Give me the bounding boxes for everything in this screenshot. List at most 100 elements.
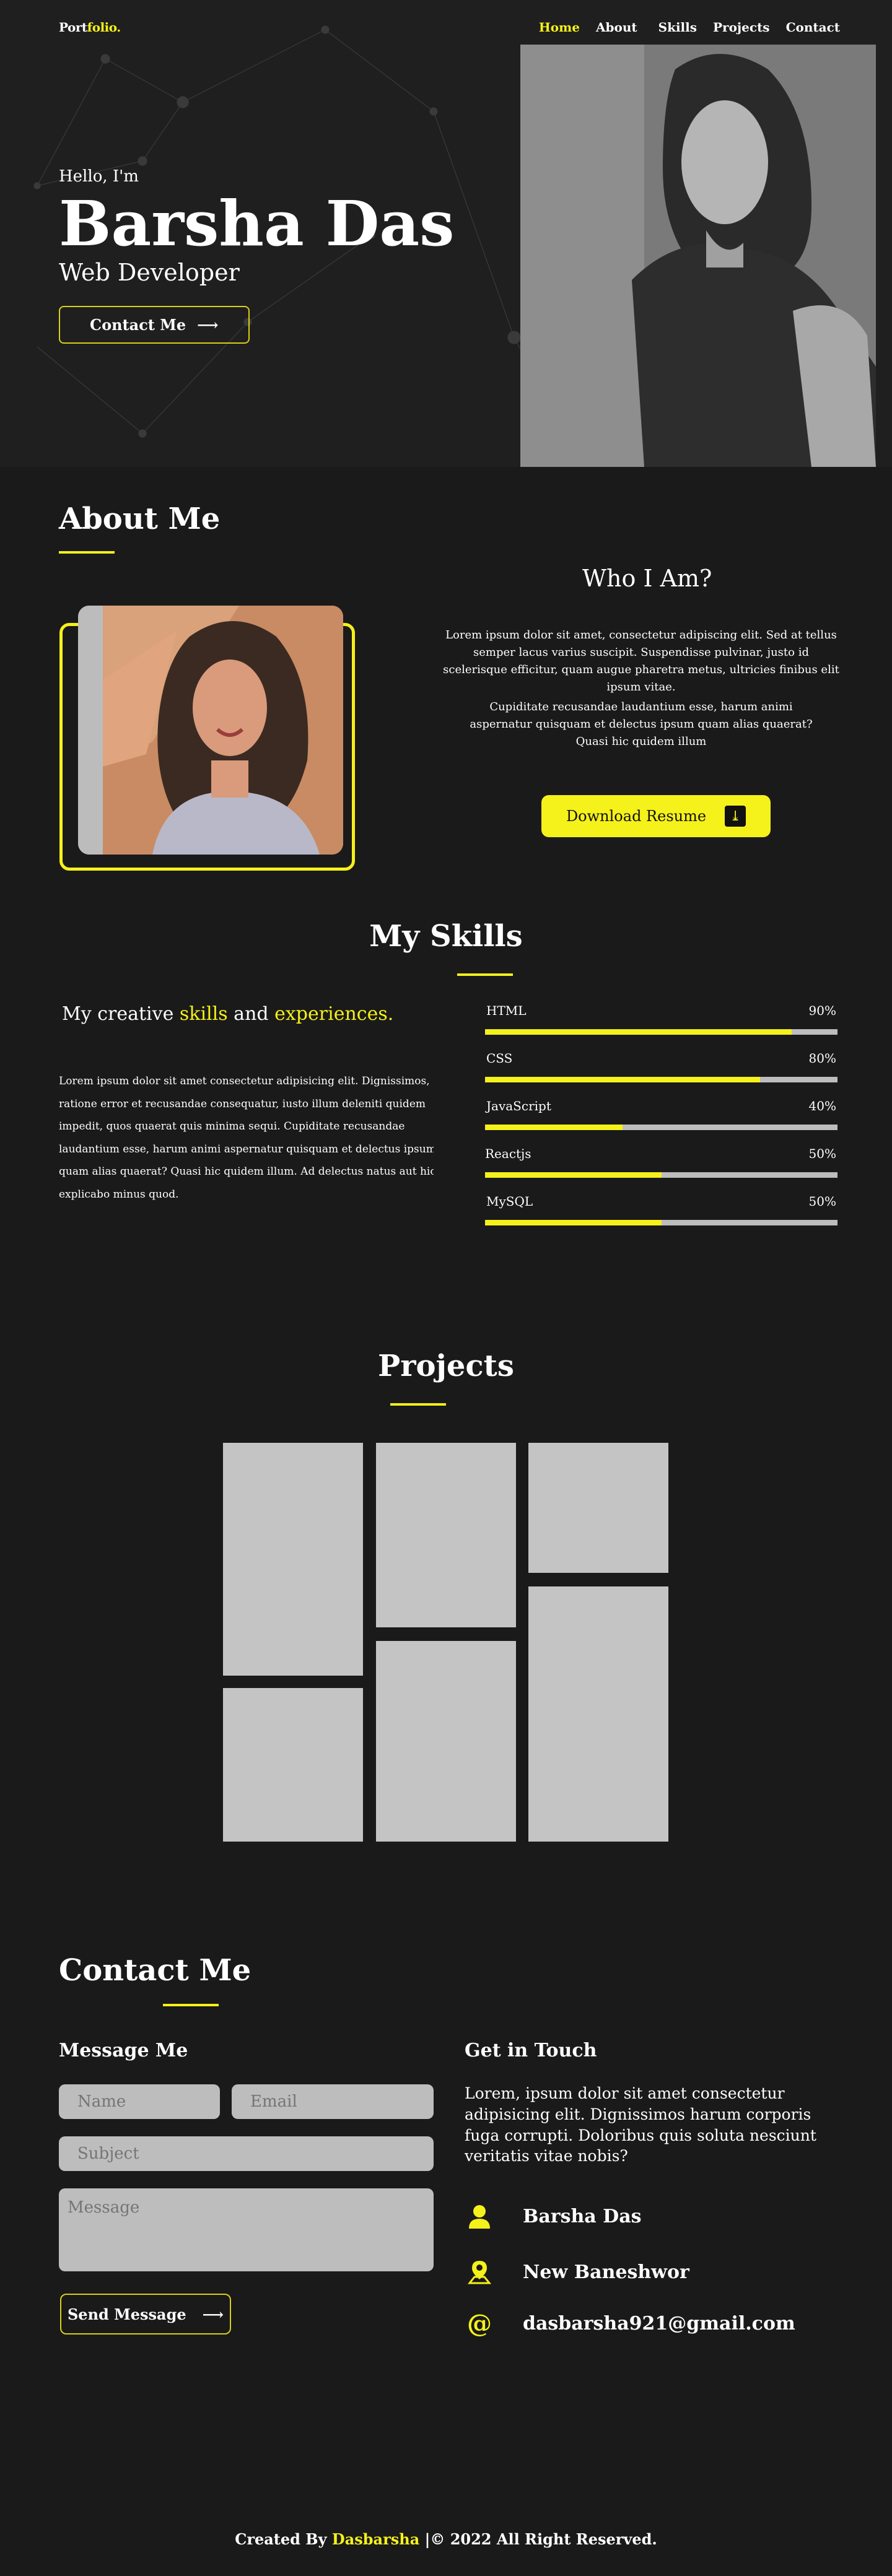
hero-role: Web Developer bbox=[59, 259, 240, 286]
portrait-illustration bbox=[520, 45, 876, 467]
footer-suffix: |© 2022 All Right Reserved. bbox=[419, 2530, 657, 2548]
about-paragraph-1: Lorem ipsum dolor sit amet, consectetur … bbox=[443, 629, 839, 694]
paragraph-line: Lorem ipsum dolor sit amet consectetur a… bbox=[59, 1075, 430, 1087]
skills-title: My Skills bbox=[369, 919, 523, 954]
nav-menu: Home About Skills Projects Contact bbox=[539, 20, 840, 35]
skill-fill bbox=[485, 1029, 792, 1035]
at-sign-icon: @ bbox=[467, 2308, 492, 2338]
logo[interactable]: Portfolio. bbox=[59, 20, 121, 35]
skill-name: MySQL bbox=[486, 1194, 533, 1209]
message-field[interactable] bbox=[59, 2188, 434, 2271]
project-tile[interactable] bbox=[223, 1688, 363, 1842]
skill-track bbox=[485, 1125, 837, 1130]
contact-section: Contact Me Message Me Send Message ⟶ Get… bbox=[0, 1953, 892, 2500]
name-field[interactable] bbox=[59, 2084, 220, 2119]
user-icon bbox=[467, 2204, 492, 2229]
who-i-am-heading: Who I Am? bbox=[582, 565, 712, 592]
project-tile[interactable] bbox=[528, 1443, 668, 1573]
contact-title: Contact Me bbox=[59, 1953, 251, 1988]
project-tile[interactable] bbox=[223, 1443, 363, 1676]
hero-greeting: Hello, I'm bbox=[59, 167, 139, 186]
skill-bar-html: HTML 90% bbox=[485, 1003, 837, 1051]
project-tile[interactable] bbox=[376, 1641, 516, 1842]
footer-credit: Created By Dasbarsha |© 2022 All Right R… bbox=[0, 2530, 892, 2548]
nav-item-about[interactable]: About bbox=[596, 20, 637, 35]
skill-fill bbox=[485, 1077, 760, 1082]
paragraph-line: quam alias quaerat? Quasi hic quidem ill… bbox=[59, 1165, 434, 1178]
contact-email-text[interactable]: dasbarsha921@gmail.com bbox=[523, 2313, 795, 2334]
skill-name: Reactjs bbox=[485, 1146, 531, 1161]
about-paragraph-2: Cupiditate recusandae laudantium esse, h… bbox=[470, 700, 813, 748]
contact-me-label: Contact Me bbox=[90, 316, 186, 334]
about-title: About Me bbox=[59, 502, 221, 536]
skill-track bbox=[485, 1172, 837, 1178]
message-me-heading: Message Me bbox=[59, 2040, 188, 2061]
projects-section: Projects bbox=[0, 1340, 892, 1953]
about-portrait-illustration bbox=[78, 606, 343, 855]
skill-bars: HTML 90% CSS 80% JavaScript 40% Reactjs … bbox=[485, 1003, 837, 1242]
contact-person-name: Barsha Das bbox=[523, 2205, 642, 2227]
skill-fill bbox=[485, 1125, 623, 1130]
contact-me-button[interactable]: Contact Me ⟶ bbox=[59, 306, 250, 344]
nav-item-contact[interactable]: Contact bbox=[786, 20, 840, 35]
footer-author-link[interactable]: Dasbarsha bbox=[332, 2530, 419, 2548]
subject-field[interactable] bbox=[59, 2136, 434, 2171]
skill-percent: 50% bbox=[808, 1194, 836, 1209]
footer-prefix: Created By bbox=[235, 2530, 332, 2548]
skill-bar-javascript: JavaScript 40% bbox=[485, 1099, 837, 1146]
skill-bar-reactjs: Reactjs 50% bbox=[485, 1146, 837, 1194]
skills-section: My Skills My creative skills and experie… bbox=[0, 919, 892, 1340]
contact-location: New Baneshwor bbox=[467, 2260, 689, 2284]
paragraph-line: ratione error et recusandae consequatur,… bbox=[59, 1097, 426, 1110]
contact-location-text: New Baneshwor bbox=[523, 2261, 689, 2283]
arrow-right-icon: ⟶ bbox=[202, 2305, 224, 2323]
contact-email[interactable]: @ dasbarsha921@gmail.com bbox=[467, 2308, 795, 2338]
get-in-touch-paragraph: Lorem, ipsum dolor sit amet consectetur … bbox=[465, 2084, 816, 2165]
title-underline bbox=[163, 2004, 219, 2006]
skill-fill bbox=[485, 1220, 662, 1225]
contact-person: Barsha Das bbox=[467, 2204, 642, 2229]
footer: Created By Dasbarsha |© 2022 All Right R… bbox=[0, 2500, 892, 2576]
hero-section: Hello, I'm Barsha Das Web Developer Cont… bbox=[0, 0, 892, 467]
skill-percent: 80% bbox=[808, 1051, 836, 1066]
nav-item-skills[interactable]: Skills bbox=[658, 20, 697, 35]
skill-track bbox=[485, 1077, 837, 1082]
projects-title: Projects bbox=[378, 1349, 514, 1383]
skill-name: JavaScript bbox=[486, 1099, 551, 1113]
skill-percent: 40% bbox=[808, 1099, 836, 1113]
project-tile[interactable] bbox=[376, 1443, 516, 1627]
skill-track bbox=[485, 1029, 837, 1035]
skill-percent: 90% bbox=[808, 1003, 836, 1018]
tagline-highlight: skills bbox=[179, 1003, 228, 1025]
skills-paragraph: Lorem ipsum dolor sit amet consectetur a… bbox=[59, 1070, 434, 1206]
skills-tagline: My creative skills and experiences. bbox=[62, 1003, 393, 1025]
nav-item-projects[interactable]: Projects bbox=[713, 20, 770, 35]
logo-accent: folio. bbox=[87, 20, 121, 35]
about-section: About Me Who I Am? Lorem ipsum dolor sit… bbox=[0, 467, 892, 919]
hero-portrait bbox=[520, 45, 876, 467]
get-in-touch-heading: Get in Touch bbox=[465, 2040, 597, 2061]
tagline-highlight: experiences. bbox=[274, 1003, 394, 1025]
title-underline bbox=[457, 973, 513, 976]
skill-percent: 50% bbox=[808, 1146, 836, 1161]
send-message-label: Send Message bbox=[67, 2305, 186, 2323]
paragraph-line: explicabo minus quod. bbox=[59, 1188, 179, 1201]
hero-text: Hello, I'm Barsha Das Web Developer Cont… bbox=[59, 167, 454, 344]
arrow-right-icon: ⟶ bbox=[197, 316, 219, 334]
skill-bar-mysql: MySQL 50% bbox=[485, 1194, 837, 1242]
download-resume-label: Download Resume bbox=[566, 807, 707, 825]
tagline-part: and bbox=[227, 1003, 275, 1025]
skill-name: HTML bbox=[486, 1003, 527, 1018]
nav-item-home[interactable]: Home bbox=[539, 20, 580, 35]
skill-fill bbox=[485, 1172, 662, 1178]
tagline-part: My creative bbox=[62, 1003, 180, 1025]
title-underline bbox=[59, 551, 115, 554]
paragraph-line: laudantium esse, harum animi aspernatur … bbox=[59, 1142, 434, 1155]
skill-name: CSS bbox=[486, 1051, 513, 1066]
skill-bar-css: CSS 80% bbox=[485, 1051, 837, 1099]
download-resume-button[interactable]: Download Resume ⤓ bbox=[541, 795, 771, 837]
paragraph-line: impedit, quos quaerat quis minima sequi.… bbox=[59, 1120, 405, 1133]
send-message-button[interactable]: Send Message ⟶ bbox=[60, 2294, 231, 2334]
email-field[interactable] bbox=[232, 2084, 434, 2119]
project-tile[interactable] bbox=[528, 1586, 668, 1842]
